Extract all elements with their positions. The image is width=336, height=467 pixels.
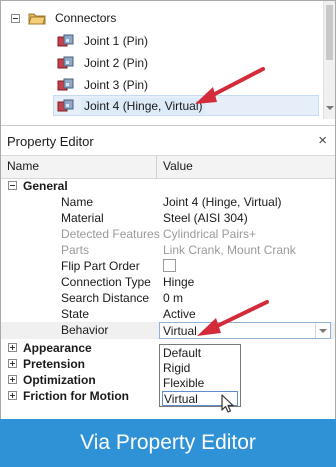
column-divider[interactable] (156, 156, 157, 178)
property-label: Behavior (61, 323, 109, 337)
property-label: Name (61, 195, 94, 209)
joint-icon (57, 34, 74, 47)
expand-icon[interactable] (8, 359, 17, 368)
property-label: Detected Features (61, 227, 160, 241)
mouse-cursor-icon (221, 394, 234, 413)
property-value[interactable]: Joint 4 (Hinge, Virtual) (163, 195, 282, 209)
property-value[interactable]: Active (163, 307, 196, 321)
tree-item-joint-3[interactable]: Joint 3 (Pin) (57, 74, 151, 96)
group-general[interactable]: General (1, 178, 335, 194)
property-editor-header: Property Editor × (1, 125, 335, 156)
property-value: Link Crank, Mount Crank (163, 243, 296, 257)
joint-icon (57, 78, 74, 91)
property-label: State (61, 307, 90, 321)
property-row-connection-type[interactable]: Connection Type Hinge (1, 274, 335, 290)
property-row-material[interactable]: Material Steel (AISI 304) (1, 210, 335, 226)
caption-banner: Via Property Editor (0, 419, 336, 467)
tree-item-joint-4[interactable]: Joint 4 (Hinge, Virtual) (57, 95, 206, 117)
property-value[interactable]: Hinge (163, 275, 194, 289)
property-row-detected-features: Detected Features Cylindrical Pairs+ (1, 226, 335, 242)
property-label: Connection Type (61, 275, 151, 289)
column-value-header[interactable]: Value (163, 159, 193, 173)
close-icon[interactable]: × (318, 132, 327, 149)
column-name-header[interactable]: Name (7, 159, 39, 173)
annotation-arrow-behavior (197, 300, 269, 336)
dropdown-option-default[interactable]: Default (162, 346, 239, 361)
collapse-icon[interactable] (8, 181, 17, 190)
property-label: Material (61, 211, 104, 225)
tree-item-label: Joint 2 (Pin) (84, 56, 149, 70)
tree-folder-label: Connectors (55, 11, 117, 25)
group-label: Friction for Motion (23, 389, 129, 403)
tree-item-joint-2[interactable]: Joint 2 (Pin) (57, 52, 151, 74)
property-label: Parts (61, 243, 90, 257)
group-label: General (23, 179, 68, 193)
tree-item-label: Joint 3 (Pin) (84, 78, 149, 92)
property-row-search-distance[interactable]: Search Distance 0 m (1, 290, 335, 306)
property-row-behavior[interactable]: Behavior Virtual (1, 322, 335, 339)
dropdown-option-flexible[interactable]: Flexible (162, 376, 239, 391)
group-label: Optimization (23, 373, 96, 387)
property-row-state[interactable]: State Active (1, 306, 335, 322)
property-grid-column-header: Name Value (1, 155, 335, 179)
app-window: Connectors Joint 1 (Pin) Joint 2 (Pin) J… (0, 0, 336, 420)
joint-icon (57, 56, 74, 69)
group-label: Pretension (23, 357, 86, 371)
model-tree: Connectors Joint 1 (Pin) Joint 2 (Pin) J… (1, 1, 335, 119)
collapse-icon[interactable] (11, 13, 20, 23)
expand-icon[interactable] (8, 391, 17, 400)
expand-icon[interactable] (8, 343, 17, 352)
property-label: Flip Part Order (61, 259, 140, 273)
scroll-down-icon[interactable] (326, 106, 334, 110)
behavior-select-value: Virtual (163, 324, 197, 338)
tree-scrollbar[interactable] (323, 1, 335, 119)
property-row-flip-part-order[interactable]: Flip Part Order (1, 258, 335, 274)
scrollbar-thumb[interactable] (326, 5, 333, 60)
group-label: Appearance (23, 341, 92, 355)
chevron-down-icon[interactable] (315, 323, 330, 338)
property-label: Search Distance (61, 291, 150, 305)
property-value[interactable]: Steel (AISI 304) (163, 211, 248, 225)
tree-item-label: Joint 4 (Hinge, Virtual) (81, 98, 206, 114)
annotation-arrow-tree (195, 67, 265, 104)
folder-icon (28, 13, 46, 25)
property-editor-title: Property Editor (7, 133, 94, 149)
tree-folder-connectors[interactable]: Connectors (11, 7, 119, 29)
property-row-parts: Parts Link Crank, Mount Crank (1, 242, 335, 258)
flip-part-order-checkbox[interactable] (163, 259, 176, 272)
expand-icon[interactable] (8, 375, 17, 384)
property-value: Cylindrical Pairs+ (163, 227, 257, 241)
tree-item-joint-1[interactable]: Joint 1 (Pin) (57, 30, 151, 52)
joint-icon (57, 99, 74, 112)
dropdown-option-rigid[interactable]: Rigid (162, 361, 239, 376)
property-row-name[interactable]: Name Joint 4 (Hinge, Virtual) (1, 194, 335, 210)
tree-item-label: Joint 1 (Pin) (84, 34, 149, 48)
property-value[interactable]: 0 m (163, 291, 183, 305)
